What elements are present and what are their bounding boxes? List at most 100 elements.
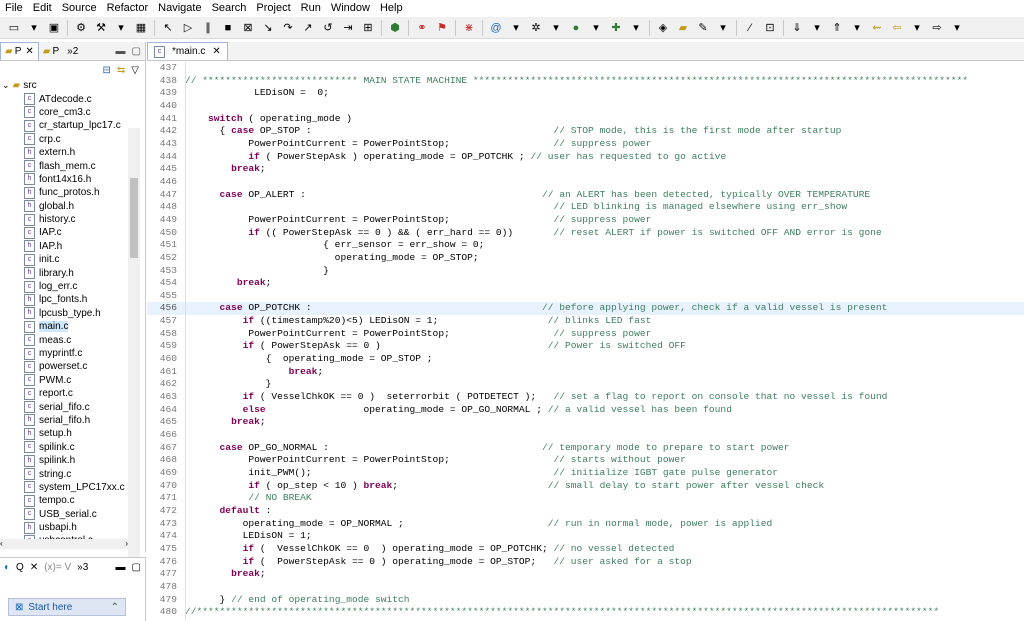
- code-line[interactable]: 469 init_PWM(); // initialize IGBT gate …: [147, 467, 1024, 480]
- package-icon[interactable]: ⬢: [387, 20, 403, 36]
- code-line[interactable]: 459 if ( PowerStepAsk == 0 ) // Power is…: [147, 340, 1024, 353]
- code-line[interactable]: 437: [147, 62, 1024, 75]
- close-icon[interactable]: ✕: [25, 46, 33, 57]
- prev-annotation-icon[interactable]: ⇑: [829, 20, 845, 36]
- tree-file-item[interactable]: h extern.h: [0, 146, 145, 159]
- dropdown-icon[interactable]: ▾: [909, 20, 925, 36]
- restart-icon[interactable]: ↺: [320, 20, 336, 36]
- tree-file-item[interactable]: c myprintf.c: [0, 347, 145, 360]
- tree-file-item[interactable]: c cr_startup_lpc17.c: [0, 119, 145, 132]
- code-line[interactable]: 479 } // end of operating_mode switch: [147, 594, 1024, 607]
- tab-overflow[interactable]: »3: [77, 562, 88, 573]
- menu-item-project[interactable]: Project: [251, 0, 295, 17]
- code-line[interactable]: 438 // *************************** MAIN S…: [147, 75, 1024, 88]
- code-line[interactable]: 471 // NO BREAK: [147, 492, 1024, 505]
- code-line[interactable]: 451 { err_sensor = err_show = 0;: [147, 239, 1024, 252]
- link-editor-icon[interactable]: ⇆: [117, 65, 125, 76]
- tree-file-item[interactable]: c ATdecode.c: [0, 92, 145, 106]
- code-line[interactable]: 447 case OP_ALERT : // an ALERT has been…: [147, 189, 1024, 202]
- build-icon[interactable]: ⚒: [93, 20, 109, 36]
- code-line[interactable]: 455: [147, 290, 1024, 303]
- close-icon[interactable]: ✕: [30, 562, 38, 573]
- code-line[interactable]: 448 // LED blinking is managed elsewhere…: [147, 201, 1024, 214]
- scroll-left-icon[interactable]: ‹: [0, 539, 3, 548]
- dropdown-icon[interactable]: ▾: [949, 20, 965, 36]
- chevron-down-icon[interactable]: ⌄: [2, 80, 10, 91]
- tree-file-item[interactable]: c crp.c: [0, 133, 145, 146]
- step-into-icon[interactable]: ↘: [260, 20, 276, 36]
- code-line[interactable]: 460 { operating_mode = OP_STOP ;: [147, 353, 1024, 366]
- dropdown-icon[interactable]: ▾: [809, 20, 825, 36]
- menu-item-navigate[interactable]: Navigate: [153, 0, 206, 17]
- code-line[interactable]: 475 if ( VesselChkOK == 0 ) operating_mo…: [147, 543, 1024, 556]
- step-return-icon[interactable]: ↗: [300, 20, 316, 36]
- tree-file-item[interactable]: c report.c: [0, 387, 145, 400]
- code-line[interactable]: 444 if ( PowerStepAsk ) operating_mode =…: [147, 151, 1024, 164]
- menu-item-edit[interactable]: Edit: [28, 0, 57, 17]
- waveform-icon[interactable]: ⋇: [461, 20, 477, 36]
- back-icon[interactable]: ⇦: [889, 20, 905, 36]
- toggle-mark-icon[interactable]: ⁄: [742, 20, 758, 36]
- code-line[interactable]: 464 else operating_mode = OP_GO_NORMAL ;…: [147, 404, 1024, 417]
- code-line[interactable]: 465 break;: [147, 416, 1024, 429]
- next-annotation-icon[interactable]: ⇓: [789, 20, 805, 36]
- tree-file-item[interactable]: c system_LPC17xx.c: [0, 481, 145, 494]
- scroll-right-icon[interactable]: ›: [125, 539, 128, 548]
- tree-file-item[interactable]: c flash_mem.c: [0, 159, 145, 173]
- tree-file-item[interactable]: c init.c: [0, 253, 145, 266]
- filter-icon[interactable]: ⊞: [360, 20, 376, 36]
- annotation-icon[interactable]: ⊡: [762, 20, 778, 36]
- step-over-icon[interactable]: ↷: [280, 20, 296, 36]
- code-line[interactable]: 442 { case OP_STOP : // STOP mode, this …: [147, 125, 1024, 138]
- collapse-icon[interactable]: ⌃: [111, 602, 125, 613]
- last-edit-icon[interactable]: ⇜: [869, 20, 885, 36]
- code-line[interactable]: 443 PowerPointCurrent = PowerPointStop; …: [147, 138, 1024, 151]
- pencil-icon[interactable]: ✎: [695, 20, 711, 36]
- tree-file-item[interactable]: c spilink.c: [0, 441, 145, 454]
- close-icon[interactable]: ✕: [212, 46, 220, 57]
- tree-file-item[interactable]: h library.h: [0, 266, 145, 280]
- tree-file-item[interactable]: c core_cm3.c: [0, 106, 145, 119]
- boot-icon[interactable]: ⚑: [434, 20, 450, 36]
- tree-file-item[interactable]: h lpc_fonts.h: [0, 293, 145, 306]
- code-line[interactable]: 463 if ( VesselChkOK == 0 ) seterrorbit …: [147, 391, 1024, 404]
- open-folder-icon[interactable]: ▰: [675, 20, 691, 36]
- code-line[interactable]: 474 LEDisON = 1;: [147, 530, 1024, 543]
- dropdown-icon[interactable]: ▾: [715, 20, 731, 36]
- tab-quickstart[interactable]: Q: [16, 562, 24, 573]
- code-line[interactable]: 450 if (( PowerStepAsk == 0 ) && ( err_h…: [147, 227, 1024, 240]
- code-line[interactable]: 480 //***********************************…: [147, 606, 1024, 619]
- dropdown-icon[interactable]: ▾: [548, 20, 564, 36]
- run-icon[interactable]: ●: [568, 20, 584, 36]
- dropdown-icon[interactable]: ▾: [588, 20, 604, 36]
- code-line[interactable]: 441 switch ( operating_mode ): [147, 113, 1024, 126]
- new-icon[interactable]: ▭: [6, 20, 22, 36]
- at-icon[interactable]: @: [488, 20, 504, 36]
- tab-project-explorer[interactable]: ▰ P ✕: [0, 42, 39, 60]
- debug-icon[interactable]: ✲: [528, 20, 544, 36]
- code-line[interactable]: 466: [147, 429, 1024, 442]
- code-line[interactable]: 468 PowerPointCurrent = PowerPointStop; …: [147, 454, 1024, 467]
- tree-file-item[interactable]: h lpcusb_type.h: [0, 307, 145, 320]
- tree-file-item[interactable]: c tempo.c: [0, 494, 145, 507]
- tree-file-item[interactable]: c IAP.c: [0, 226, 145, 239]
- dropdown-icon[interactable]: ▾: [113, 20, 129, 36]
- tree-file-item[interactable]: c log_err.c: [0, 280, 145, 293]
- code-line[interactable]: 445 break;: [147, 163, 1024, 176]
- code-line[interactable]: 473 operating_mode = OP_NORMAL ; // run …: [147, 518, 1024, 531]
- disconnect-icon[interactable]: ⊠: [240, 20, 256, 36]
- code-line[interactable]: 440: [147, 100, 1024, 113]
- tree-vertical-scrollbar[interactable]: [128, 128, 140, 578]
- tree-file-item[interactable]: c serial_fifo.c: [0, 400, 145, 414]
- code-line[interactable]: 477 break;: [147, 568, 1024, 581]
- resume-icon[interactable]: ▷: [180, 20, 196, 36]
- link-icon[interactable]: ⚭: [414, 20, 430, 36]
- dropdown-icon[interactable]: ▾: [628, 20, 644, 36]
- quickstart-icon[interactable]: ◐: [4, 562, 10, 573]
- tree-horizontal-scrollbar[interactable]: ‹ ›: [0, 539, 128, 549]
- menu-item-search[interactable]: Search: [207, 0, 252, 17]
- tree-file-item[interactable]: c history.c: [0, 213, 145, 226]
- terminate-icon[interactable]: ■: [220, 20, 236, 36]
- code-area[interactable]: 437 438 // *************************** MAI…: [147, 62, 1024, 620]
- menu-item-file[interactable]: File: [0, 0, 28, 17]
